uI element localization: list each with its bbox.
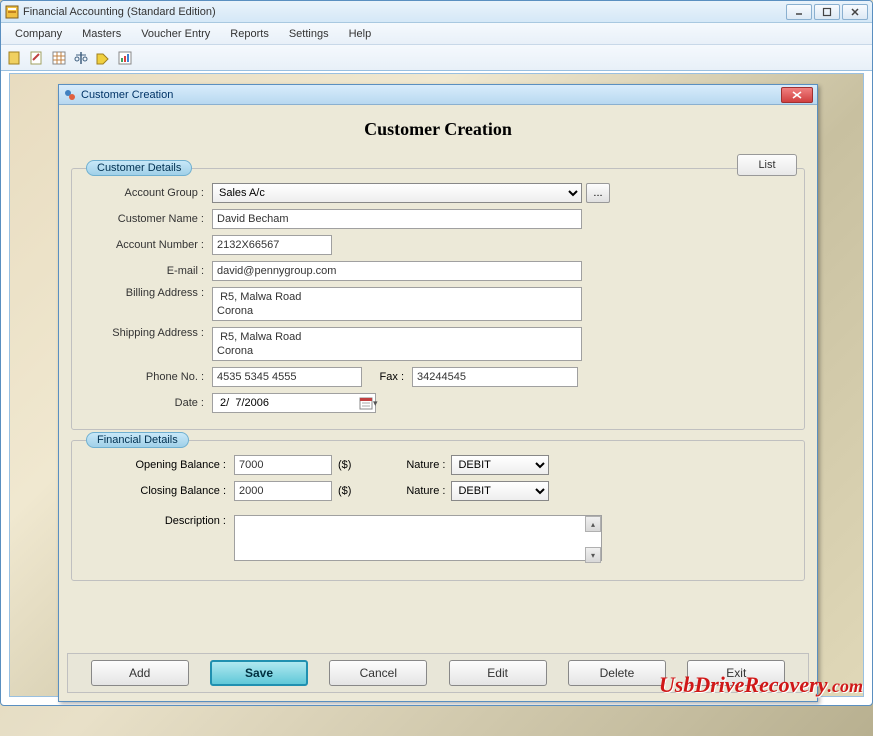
label-email: E-mail : bbox=[84, 265, 212, 277]
dialog-close-button[interactable] bbox=[781, 87, 813, 103]
label-customer-name: Customer Name : bbox=[84, 213, 212, 225]
menu-voucher-entry[interactable]: Voucher Entry bbox=[131, 25, 220, 43]
dialog-title: Customer Creation bbox=[81, 89, 781, 101]
toolbar-report-icon[interactable] bbox=[115, 48, 135, 68]
closing-balance-input[interactable] bbox=[234, 481, 332, 501]
menu-help[interactable]: Help bbox=[339, 25, 382, 43]
label-phone: Phone No. : bbox=[84, 371, 212, 383]
description-textarea[interactable] bbox=[234, 515, 602, 561]
label-account-group: Account Group : bbox=[84, 187, 212, 199]
toolbar-grid-icon[interactable] bbox=[49, 48, 69, 68]
menu-masters[interactable]: Masters bbox=[72, 25, 131, 43]
save-button[interactable]: Save bbox=[210, 660, 308, 686]
window-controls bbox=[786, 4, 868, 20]
scroll-down-icon[interactable]: ▾ bbox=[585, 547, 601, 563]
main-app-window: Financial Accounting (Standard Edition) … bbox=[0, 0, 873, 706]
label-nature-1: Nature : bbox=[391, 459, 451, 471]
customer-name-input[interactable] bbox=[212, 209, 582, 229]
label-shipping-address: Shipping Address : bbox=[84, 327, 212, 339]
label-account-number: Account Number : bbox=[84, 239, 212, 251]
shipping-address-textarea[interactable]: R5, Malwa Road Corona bbox=[212, 327, 582, 361]
account-group-select[interactable]: Sales A/c bbox=[212, 183, 582, 203]
close-button[interactable] bbox=[842, 4, 868, 20]
menu-reports[interactable]: Reports bbox=[220, 25, 279, 43]
dialog-body: Customer Creation List Customer Details … bbox=[59, 105, 817, 599]
toolbar-new-icon[interactable] bbox=[5, 48, 25, 68]
delete-button[interactable]: Delete bbox=[568, 660, 666, 686]
app-title: Financial Accounting (Standard Edition) bbox=[23, 6, 786, 18]
minimize-button[interactable] bbox=[786, 4, 812, 20]
menu-bar: Company Masters Voucher Entry Reports Se… bbox=[1, 23, 872, 45]
fax-input[interactable] bbox=[412, 367, 578, 387]
phone-input[interactable] bbox=[212, 367, 362, 387]
mdi-client-area: Customer Creation Customer Creation List… bbox=[9, 73, 864, 697]
edit-button[interactable]: Edit bbox=[449, 660, 547, 686]
watermark-text: UsbDriveRecovery bbox=[659, 672, 828, 697]
app-icon bbox=[5, 5, 19, 19]
menu-settings[interactable]: Settings bbox=[279, 25, 339, 43]
label-fax: Fax : bbox=[362, 371, 412, 383]
label-date: Date : bbox=[84, 397, 212, 409]
financial-details-legend: Financial Details bbox=[86, 432, 189, 448]
financial-details-section: Financial Details Opening Balance : ($) … bbox=[71, 440, 805, 581]
add-button[interactable]: Add bbox=[91, 660, 189, 686]
account-number-input[interactable] bbox=[212, 235, 332, 255]
menu-company[interactable]: Company bbox=[5, 25, 72, 43]
dialog-icon bbox=[63, 88, 77, 102]
toolbar-edit-icon[interactable] bbox=[27, 48, 47, 68]
customer-details-section: Customer Details Account Group : Sales A… bbox=[71, 168, 805, 430]
label-description: Description : bbox=[84, 515, 234, 527]
date-input[interactable] bbox=[217, 397, 359, 409]
closing-nature-select[interactable]: DEBIT bbox=[451, 481, 549, 501]
toolbar-balance-icon[interactable] bbox=[71, 48, 91, 68]
app-title-bar: Financial Accounting (Standard Edition) bbox=[1, 1, 872, 23]
account-group-browse-button[interactable]: ... bbox=[586, 183, 610, 203]
watermark-suffix: .com bbox=[828, 676, 864, 696]
date-dropdown-icon[interactable]: ▾ bbox=[373, 398, 378, 409]
label-billing-address: Billing Address : bbox=[84, 287, 212, 299]
watermark: UsbDriveRecovery.com bbox=[659, 672, 863, 698]
label-opening-balance: Opening Balance : bbox=[84, 459, 234, 471]
label-closing-balance: Closing Balance : bbox=[84, 485, 234, 497]
opening-balance-input[interactable] bbox=[234, 455, 332, 475]
calendar-icon[interactable] bbox=[359, 396, 373, 410]
toolbar bbox=[1, 45, 872, 71]
dialog-title-bar: Customer Creation bbox=[59, 85, 817, 105]
opening-nature-select[interactable]: DEBIT bbox=[451, 455, 549, 475]
date-picker[interactable]: ▾ bbox=[212, 393, 376, 413]
maximize-button[interactable] bbox=[814, 4, 840, 20]
customer-creation-dialog: Customer Creation Customer Creation List… bbox=[58, 84, 818, 702]
dialog-heading: Customer Creation bbox=[71, 119, 805, 140]
currency-label-2: ($) bbox=[338, 485, 351, 497]
billing-address-textarea[interactable]: R5, Malwa Road Corona bbox=[212, 287, 582, 321]
toolbar-tag-icon[interactable] bbox=[93, 48, 113, 68]
currency-label-1: ($) bbox=[338, 459, 351, 471]
list-button[interactable]: List bbox=[737, 154, 797, 176]
label-nature-2: Nature : bbox=[391, 485, 451, 497]
cancel-button[interactable]: Cancel bbox=[329, 660, 427, 686]
email-input[interactable] bbox=[212, 261, 582, 281]
description-scrollbar: ▴ ▾ bbox=[585, 516, 601, 563]
scroll-up-icon[interactable]: ▴ bbox=[585, 516, 601, 532]
